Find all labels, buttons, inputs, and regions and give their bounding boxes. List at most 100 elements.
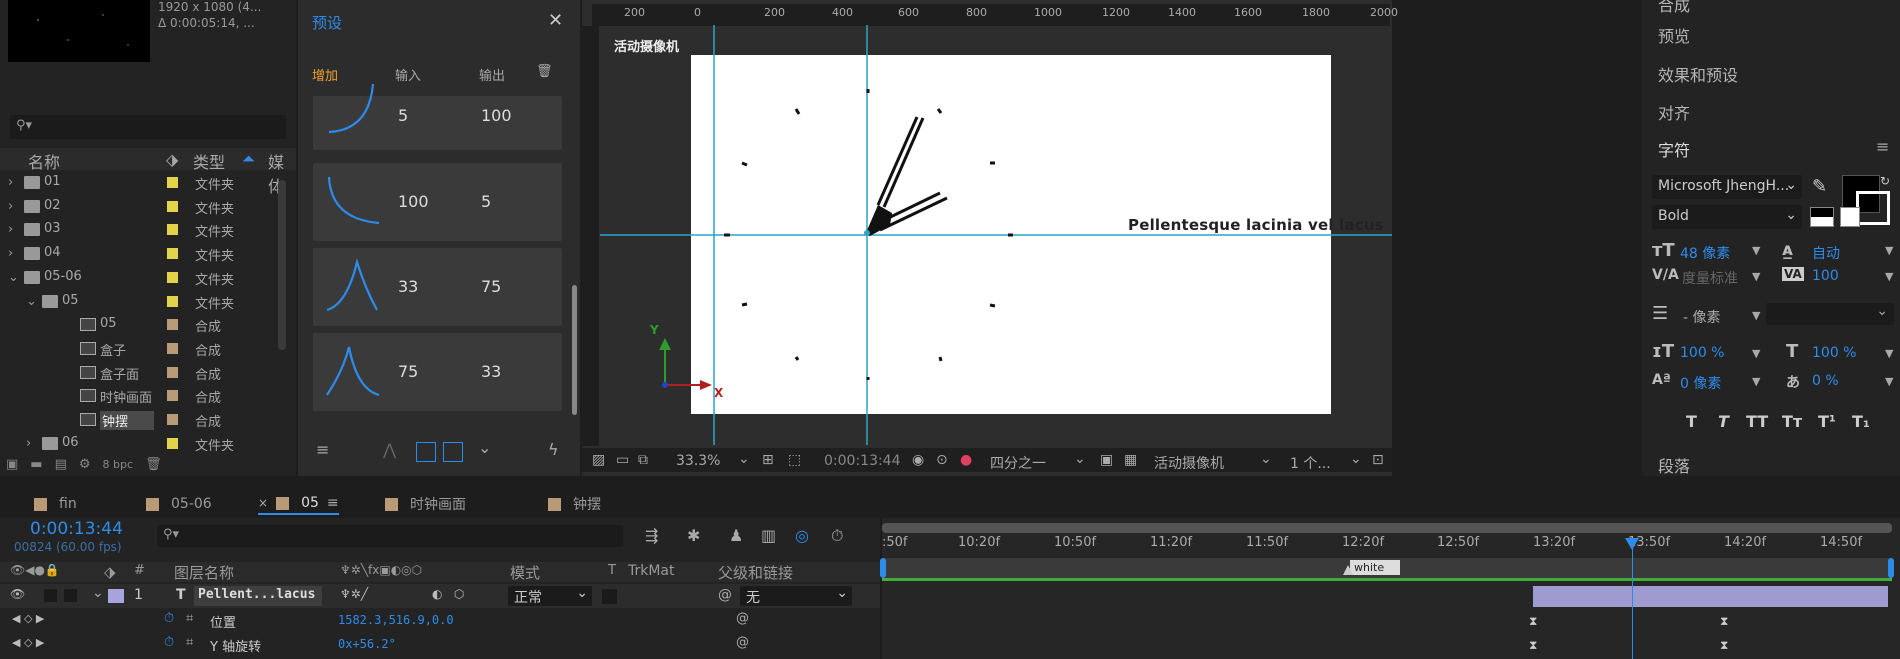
stopwatch-icon[interactable]: ⏱ [164, 635, 174, 650]
tracking-value[interactable]: 100 [1812, 268, 1839, 284]
chevron-down-icon[interactable]: ⌄ [92, 585, 104, 601]
black-white-swatch[interactable] [1810, 207, 1834, 227]
project-item[interactable]: › 01 文件夹 [0, 171, 290, 194]
label-color[interactable] [167, 366, 178, 378]
chevron-down-icon[interactable]: ▼ [1752, 270, 1760, 283]
text-style-button[interactable]: T₁ [1852, 412, 1870, 431]
trash-icon[interactable]: 🗑 [145, 457, 162, 472]
graph-icon[interactable]: ⌗ [186, 611, 193, 626]
project-item[interactable]: › 03 文件夹 [0, 218, 290, 241]
menu-icon[interactable]: ≡ [1876, 137, 1889, 156]
menu-icon[interactable]: ≡ [327, 495, 339, 511]
work-area-bar[interactable] [882, 523, 1892, 533]
curve-view-icon[interactable] [443, 442, 463, 462]
comp-tab[interactable]: 钟摆 [548, 493, 601, 515]
comp-canvas[interactable] [691, 55, 1331, 414]
keyframe[interactable]: ⧗ [1720, 614, 1728, 629]
comp-mini-flowchart-icon[interactable]: ⇶ [645, 526, 658, 545]
expand-arrow-icon[interactable]: ⌄ [26, 294, 37, 309]
mask-icon[interactable]: ⧉ [638, 452, 648, 468]
expression-pickwhip-icon[interactable]: @ [736, 635, 749, 650]
options-icon[interactable]: ⊡ [1372, 452, 1384, 468]
style-select[interactable]: Bold ⌄ [1652, 205, 1802, 229]
tsume-value[interactable]: 0 % [1812, 373, 1839, 389]
col-layer-name[interactable]: 图层名称 [174, 562, 234, 583]
new-folder-icon[interactable]: ▬ [30, 457, 42, 472]
chevron-down-icon[interactable]: ▼ [1885, 244, 1893, 257]
presets-scrollbar[interactable] [572, 285, 577, 415]
trkmat-box[interactable] [602, 589, 617, 604]
right-panel-item[interactable]: 效果和预设 [1658, 62, 1738, 86]
project-item[interactable]: 时钟画面 合成 [0, 384, 290, 407]
kerning-value[interactable]: 度量标准 [1682, 268, 1738, 288]
project-item[interactable]: ⌄ 05-06 文件夹 [0, 266, 290, 289]
project-search-input[interactable]: ⚲▾ [10, 115, 286, 139]
text-style-button[interactable]: T [1686, 412, 1697, 431]
keyframe-nav-icon[interactable]: ◀ ◇ ▶ [12, 636, 44, 649]
layer-3d-switches[interactable]: ◐ ⬡ [432, 587, 464, 601]
close-icon[interactable]: × [258, 496, 268, 510]
expand-arrow-icon[interactable]: › [8, 199, 13, 214]
monitor-icon[interactable]: ▭ [616, 452, 629, 468]
marker-label[interactable]: white [1350, 560, 1400, 575]
close-icon[interactable]: ✕ [548, 10, 563, 31]
keyframe[interactable]: ⧗ [1720, 638, 1728, 653]
property-row-position[interactable]: ◀ ◇ ▶ ⏱ ⌗ 位置 1582.3,516.9,0.0 @ [0, 610, 880, 632]
expand-arrow-icon[interactable]: ⌄ [8, 270, 19, 285]
views-select[interactable]: 1 个... [1290, 453, 1331, 473]
label-color[interactable] [167, 248, 178, 260]
resolution-select[interactable]: 四分之一 [990, 453, 1046, 473]
keyframe[interactable]: ⧗ [1529, 614, 1537, 629]
comp-tab[interactable]: 时钟画面 [385, 493, 466, 515]
frame-blend-icon[interactable]: ▥ [761, 526, 776, 545]
font-size-value[interactable]: 48 像素 [1680, 243, 1730, 263]
project-scrollbar[interactable] [278, 180, 286, 350]
chevron-down-icon[interactable]: ⌄ [1074, 451, 1086, 467]
text-style-button[interactable]: Tт [1782, 412, 1802, 431]
eyedropper-icon[interactable]: ✎ [1812, 176, 1827, 197]
time-navigator-end[interactable] [1888, 558, 1894, 578]
vertical-scale-value[interactable]: 100 % [1680, 345, 1724, 361]
project-item[interactable]: › 02 文件夹 [0, 195, 290, 218]
property-value[interactable]: 0x+56.2° [338, 637, 396, 651]
tab-input[interactable]: 输入 [395, 65, 421, 84]
chevron-down-icon[interactable]: ▼ [1885, 375, 1893, 388]
zoom-select[interactable]: 33.3% [676, 453, 720, 469]
motion-blur-icon[interactable]: ◎ [795, 526, 809, 545]
text-style-button[interactable]: TT [1746, 412, 1768, 431]
view-select[interactable]: 活动摄像机 [1154, 453, 1224, 473]
project-item[interactable]: 05 合成 [0, 313, 290, 336]
preset-card[interactable]: 33 75 [313, 248, 562, 326]
chevron-down-icon[interactable]: ⌄ [1260, 451, 1272, 467]
font-select[interactable]: Microsoft JhengH... ⌄ [1652, 175, 1802, 199]
keyframe[interactable]: ⧗ [1529, 638, 1537, 653]
expand-arrow-icon[interactable]: › [8, 222, 13, 237]
preset-card[interactable]: 75 33 [313, 333, 562, 411]
tab-output[interactable]: 输出 [479, 65, 505, 84]
chevron-down-icon[interactable]: ▼ [1752, 244, 1760, 257]
mode-select[interactable]: 正常 ⌄ [508, 585, 592, 606]
stopwatch-icon[interactable]: ⏱ [164, 611, 174, 626]
menu-icon[interactable]: ≡ [316, 440, 329, 459]
preset-card[interactable]: 5 100 [313, 83, 562, 150]
interpret-icon[interactable]: ▣ [6, 457, 18, 472]
expression-pickwhip-icon[interactable]: @ [736, 611, 749, 626]
parent-select[interactable]: 无 ⌄ [740, 585, 852, 606]
project-item[interactable]: 盒子面 合成 [0, 361, 290, 384]
stroke-color-swatch[interactable] [1856, 191, 1890, 225]
eye-icon[interactable]: 👁◀●🔒 [10, 563, 60, 577]
project-item[interactable]: › 04 文件夹 [0, 242, 290, 265]
graph-icon[interactable]: ⌗ [186, 635, 193, 650]
layer-name[interactable]: Pellent...lacus [194, 586, 322, 606]
leading-value[interactable]: 自动 [1812, 243, 1840, 263]
settings-icon[interactable]: ⚙ [79, 457, 91, 472]
lock-box[interactable] [64, 589, 77, 602]
horizontal-scale-value[interactable]: 100 % [1812, 345, 1856, 361]
label-color[interactable] [167, 224, 178, 236]
label-color[interactable] [167, 319, 178, 331]
preset-card[interactable]: 100 5 [313, 163, 562, 241]
snapshot-toggle-icon[interactable]: ▨ [592, 452, 605, 468]
right-panel-item[interactable]: 对齐 [1658, 100, 1690, 124]
new-comp-icon[interactable]: ▤ [55, 457, 67, 472]
lightning-icon[interactable]: ϟ [548, 440, 559, 459]
